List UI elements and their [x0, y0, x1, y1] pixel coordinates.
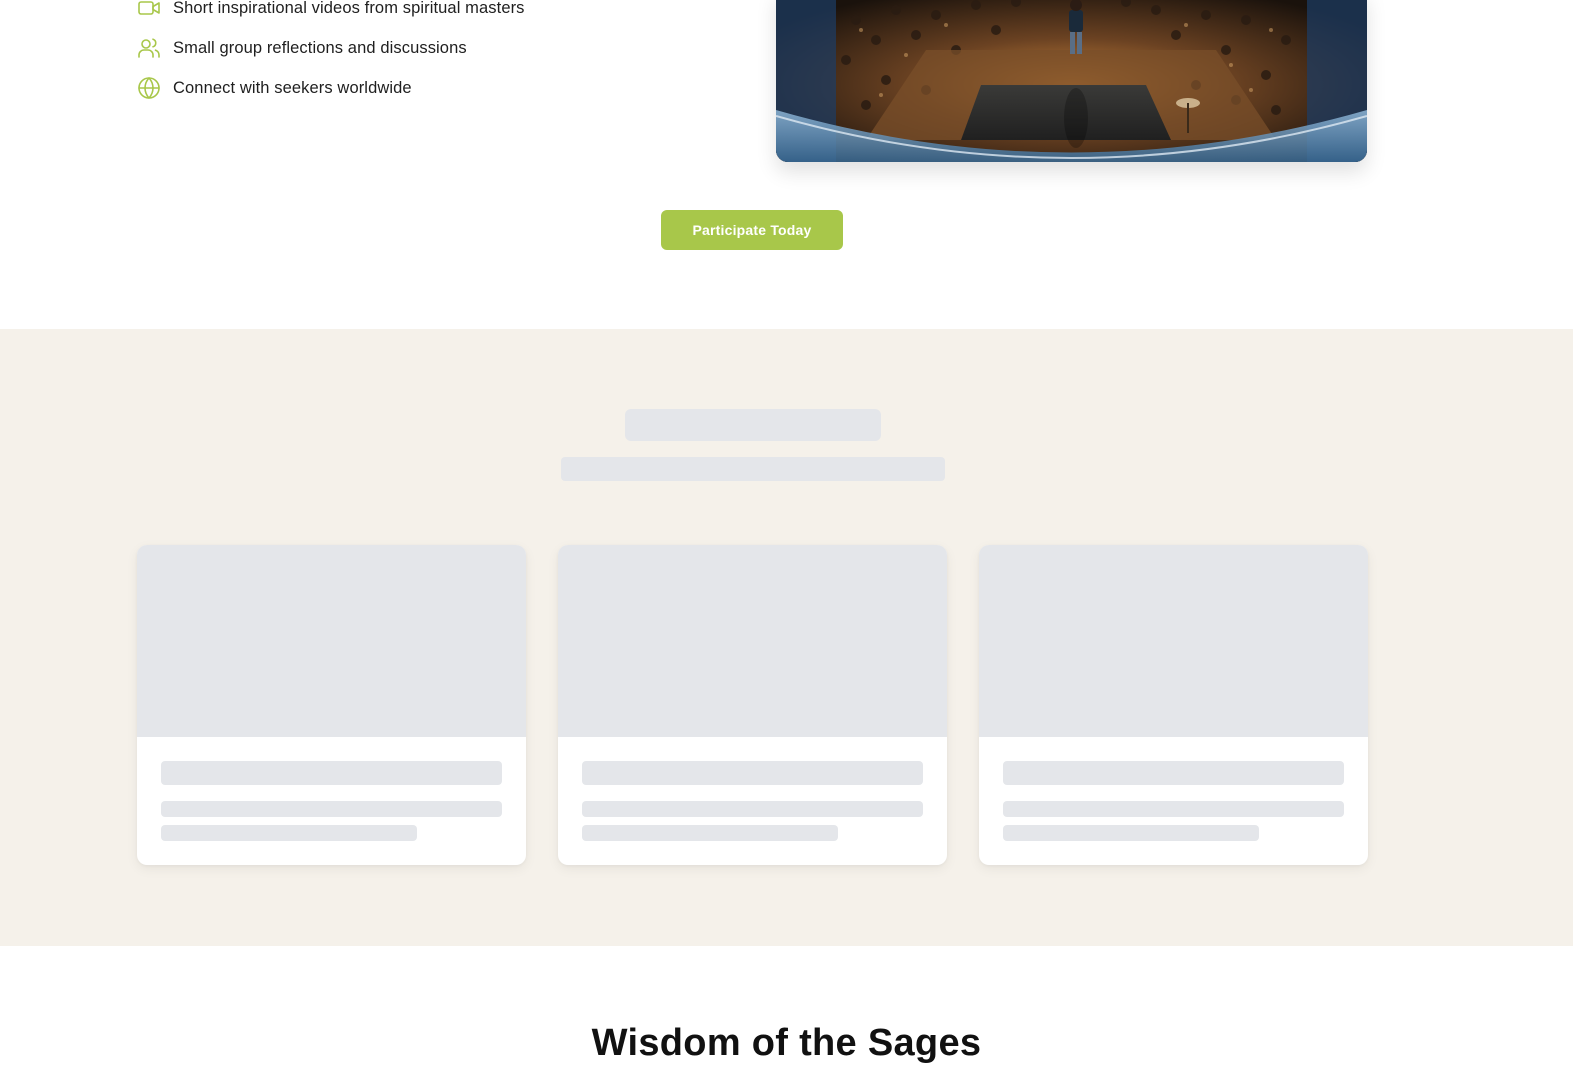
- skeleton-card-title: [161, 761, 502, 785]
- skeleton-card-title: [582, 761, 923, 785]
- skeleton-subtitle: [561, 457, 945, 481]
- skeleton-card-line: [1003, 825, 1259, 841]
- feature-label: Short inspirational videos from spiritua…: [173, 0, 525, 17]
- section-heading: Wisdom of the Sages: [591, 1022, 982, 1064]
- skeleton-card: [979, 545, 1368, 865]
- feature-list: Short inspirational videos from spiritua…: [137, 0, 697, 108]
- skeleton-card: [558, 545, 947, 865]
- participate-button[interactable]: Participate Today: [661, 210, 843, 250]
- page: Short inspirational videos from spiritua…: [0, 0, 1573, 1066]
- feature-label: Small group reflections and discussions: [173, 38, 467, 57]
- feature-label: Connect with seekers worldwide: [173, 78, 412, 97]
- skeleton-card-line: [161, 825, 417, 841]
- skeleton-card-image: [137, 545, 526, 737]
- features-section: Short inspirational videos from spiritua…: [0, 0, 1573, 329]
- skeleton-card-image: [558, 545, 947, 737]
- feature-item-videos: Short inspirational videos from spiritua…: [137, 0, 697, 28]
- stage-audience-illustration: [776, 0, 1367, 162]
- skeleton-card-title: [1003, 761, 1344, 785]
- feature-item-groups: Small group reflections and discussions: [137, 28, 697, 68]
- skeleton-card-image: [979, 545, 1368, 737]
- wisdom-section: Wisdom of the Sages: [0, 946, 1573, 1066]
- skeleton-title: [625, 409, 881, 441]
- skeleton-card-line: [1003, 801, 1344, 817]
- skeleton-card-line: [161, 801, 502, 817]
- skeleton-card: [137, 545, 526, 865]
- users-icon: [137, 36, 161, 60]
- skeleton-card-line: [582, 825, 838, 841]
- globe-icon: [137, 76, 161, 100]
- feature-item-connect: Connect with seekers worldwide: [137, 68, 697, 108]
- hero-image: [776, 0, 1367, 162]
- skeleton-card-line: [582, 801, 923, 817]
- video-camera-icon: [137, 0, 161, 20]
- loading-skeleton-section: [0, 329, 1573, 946]
